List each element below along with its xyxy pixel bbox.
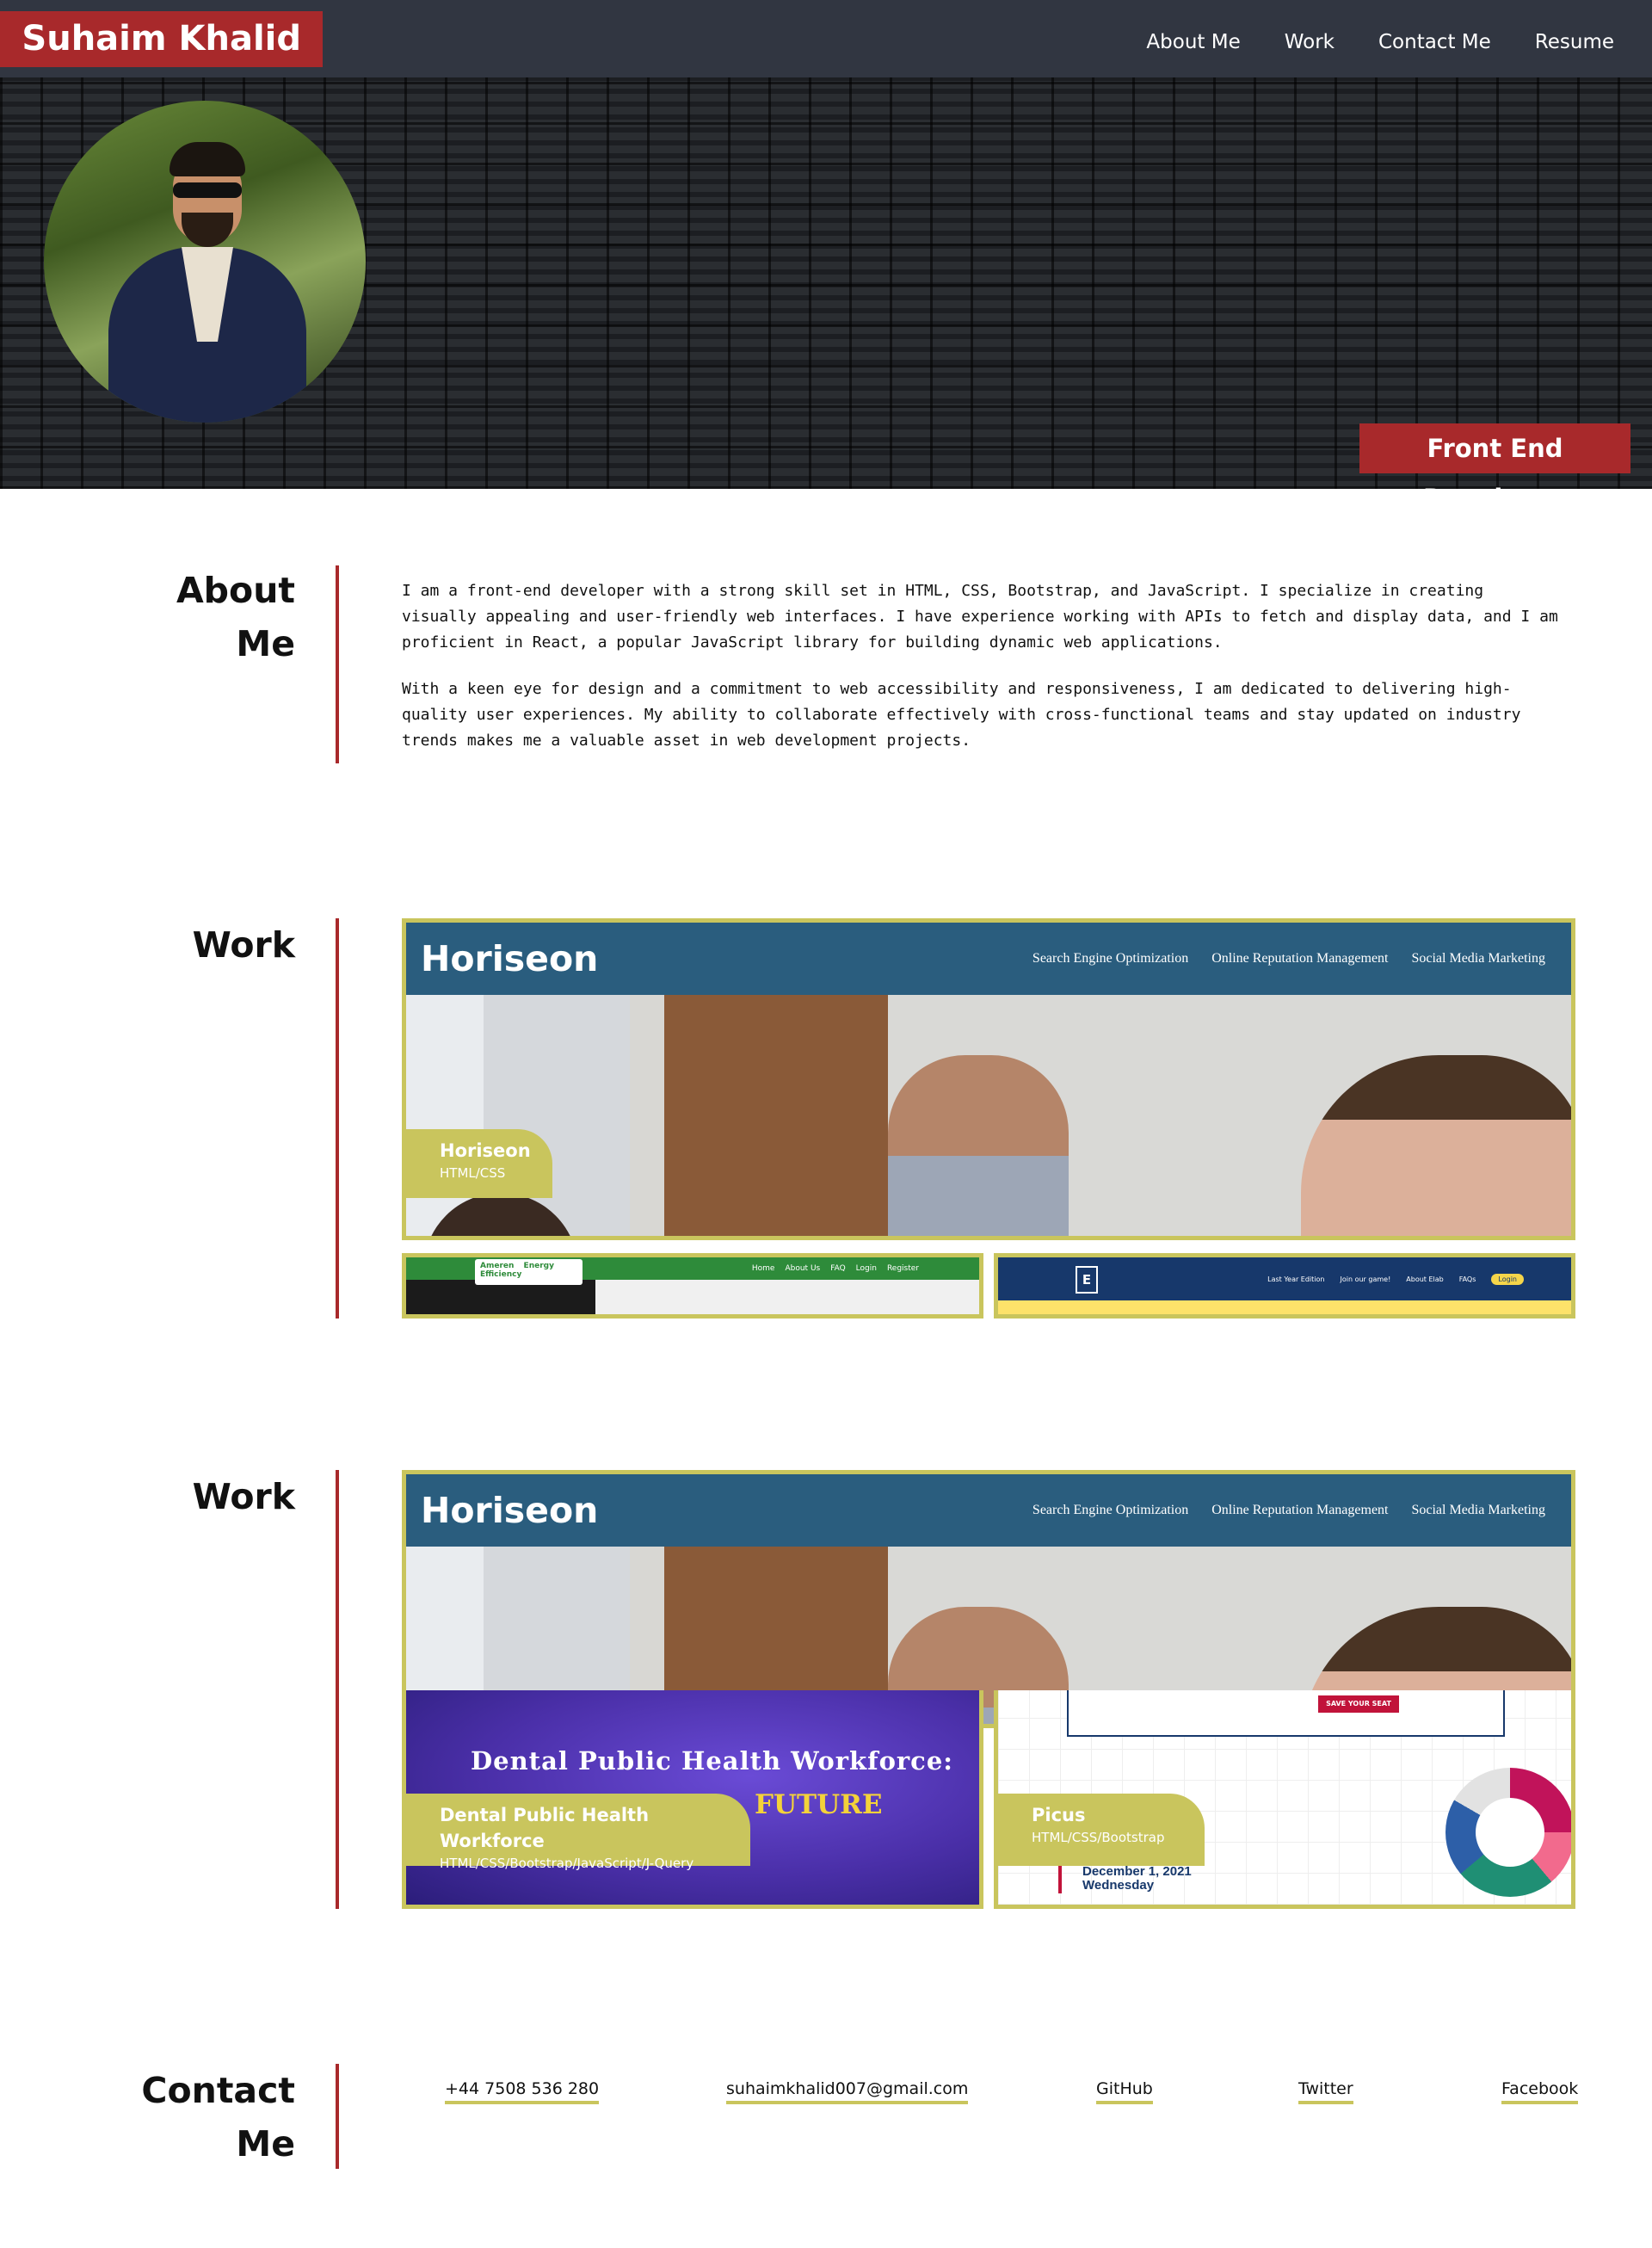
ameren-site-nav: Home About Us FAQ Login Register	[752, 1257, 919, 1280]
about-heading-line1: About	[176, 570, 295, 611]
picus-date-line1: December 1, 2021	[1082, 1864, 1192, 1879]
ameren-logo: Ameren Energy Efficiency	[475, 1259, 583, 1285]
nav-contact-link[interactable]: Contact Me	[1378, 31, 1491, 53]
project-title: Picus	[1032, 1805, 1086, 1825]
elab-nav-item: Join our game!	[1340, 1275, 1391, 1283]
work-divider-2	[336, 1470, 339, 1909]
project-tech: HTML/CSS/Bootstrap	[1032, 1830, 1165, 1845]
horiseon-site-logo: Horiseon	[421, 1490, 599, 1531]
contact-divider	[336, 2064, 339, 2169]
ameren-nav-item: Login	[855, 1264, 877, 1273]
nav-resume-link[interactable]: Resume	[1535, 31, 1614, 53]
work-heading-2: Work	[192, 1476, 295, 1517]
contact-heading-line1: Contact	[141, 2070, 295, 2111]
picus-donut-graphic	[1446, 1768, 1571, 1897]
ameren-nav-item: Home	[751, 1264, 775, 1273]
elab-login-button: Login	[1491, 1273, 1524, 1285]
contact-twitter-link[interactable]: Twitter	[1298, 2077, 1353, 2104]
horiseon-site-logo: Horiseon	[421, 938, 599, 979]
nav-work-link[interactable]: Work	[1285, 31, 1335, 53]
horiseon-site-header: Horiseon Search Engine Optimization Onli…	[406, 923, 1571, 995]
project-tag-horiseon: Horiseon HTML/CSS	[406, 1129, 552, 1198]
horiseon-site-header: Horiseon Search Engine Optimization Onli…	[406, 1474, 1571, 1547]
ameren-nav-item: Register	[886, 1264, 919, 1273]
contact-facebook-link[interactable]: Facebook	[1501, 2077, 1579, 2104]
photo-person	[888, 1055, 1069, 1236]
project-card-horiseon-2[interactable]: Horiseon Search Engine Optimization Onli…	[402, 1470, 1575, 1728]
elab-site-body	[998, 1300, 1571, 1314]
brand-name[interactable]: Suhaim Khalid	[0, 11, 323, 67]
dental-banner-title: Dental Public Health Workforce:	[471, 1746, 954, 1776]
about-heading-line2: Me	[236, 623, 295, 664]
photo-person	[423, 1193, 578, 1236]
project-card-horiseon[interactable]: Horiseon Search Engine Optimization Onli…	[402, 918, 1575, 1240]
contact-email-link[interactable]: suhaimkhalid007@gmail.com	[726, 2077, 969, 2104]
horiseon-nav-item: Online Reputation Management	[1211, 951, 1389, 966]
photo-hair	[170, 142, 245, 176]
picus-giveaway-box: SAVE YOUR SEAT	[1067, 1690, 1505, 1737]
about-divider	[336, 565, 339, 763]
elab-nav-item: About Elab	[1406, 1275, 1444, 1283]
ameren-nav-item: FAQ	[830, 1264, 846, 1273]
horiseon-nav-item: Search Engine Optimization	[1032, 951, 1189, 966]
work-divider	[336, 918, 339, 1319]
horiseon-nav-item: Social Media Marketing	[1411, 951, 1545, 966]
about-heading: About Me	[176, 564, 295, 670]
horiseon-site-nav: Search Engine Optimization Online Reputa…	[1032, 923, 1545, 995]
photo-beard	[182, 213, 233, 247]
picus-event-date: December 1, 2021 Wednesday	[1082, 1865, 1192, 1893]
project-tech: HTML/CSS	[440, 1165, 506, 1181]
contact-heading: Contact Me	[141, 2064, 295, 2171]
horiseon-nav-item: Social Media Marketing	[1411, 1503, 1545, 1517]
contact-github-link[interactable]: GitHub	[1096, 2077, 1153, 2104]
work-heading: Work	[192, 924, 295, 966]
main-nav: About Me Work Contact Me Resume	[1146, 0, 1614, 84]
contact-heading-line2: Me	[236, 2123, 295, 2165]
ameren-nav-item: About Us	[785, 1264, 821, 1273]
photo-person	[1301, 1055, 1571, 1236]
photo-sunglasses	[173, 182, 242, 198]
horiseon-nav-item: Online Reputation Management	[1211, 1503, 1389, 1517]
profile-photo	[44, 101, 366, 423]
elab-nav-item: FAQs	[1458, 1275, 1476, 1283]
project-title: Horiseon	[440, 1140, 531, 1161]
project-card-elab[interactable]: E Last Year Edition Join our game! About…	[994, 1253, 1575, 1319]
elab-logo-icon: E	[1076, 1266, 1098, 1294]
elab-nav-item: Last Year Edition	[1267, 1275, 1325, 1283]
project-title: Dental Public Health Workforce	[440, 1805, 650, 1851]
project-tech: HTML/CSS/Bootstrap/JavaScript/J-Query	[440, 1856, 694, 1871]
about-text: I am a front-end developer with a strong…	[402, 578, 1563, 775]
project-card-dental[interactable]: Dental Public Health Workforce: FUTURE D…	[402, 1690, 983, 1909]
picus-cta-button: SAVE YOUR SEAT	[1318, 1695, 1399, 1713]
about-paragraph-1: I am a front-end developer with a strong…	[402, 582, 1558, 652]
nav-about-link[interactable]: About Me	[1146, 31, 1240, 53]
ameren-logo-text: Ameren	[480, 1262, 515, 1270]
picus-date-accent	[1058, 1862, 1062, 1893]
picus-date-line2: Wednesday	[1082, 1878, 1155, 1893]
top-navbar: Suhaim Khalid About Me Work Contact Me R…	[0, 0, 1652, 77]
project-card-picus[interactable]: SAVE YOUR SEAT December 1, 2021 Wednesda…	[994, 1690, 1575, 1909]
horiseon-site-nav: Search Engine Optimization Online Reputa…	[1032, 1474, 1545, 1547]
project-tag-picus: Picus HTML/CSS/Bootstrap	[998, 1794, 1205, 1866]
horiseon-nav-item: Search Engine Optimization	[1032, 1503, 1189, 1517]
horiseon-hero-photo	[406, 995, 1571, 1236]
elab-site-header: E Last Year Edition Join our game! About…	[998, 1257, 1571, 1300]
about-paragraph-2: With a keen eye for design and a commitm…	[402, 680, 1521, 750]
role-badge: Front End Developer	[1359, 423, 1630, 513]
elab-site-nav: Last Year Edition Join our game! About E…	[1267, 1257, 1524, 1300]
ameren-site-body	[406, 1280, 979, 1314]
dental-banner-sub: FUTURE	[755, 1789, 883, 1820]
project-tag-dental: Dental Public Health Workforce HTML/CSS/…	[406, 1794, 750, 1871]
contact-phone-link[interactable]: +44 7508 536 280	[445, 2077, 600, 2104]
project-card-ameren[interactable]: Home About Us FAQ Login Register Ameren …	[402, 1253, 983, 1319]
